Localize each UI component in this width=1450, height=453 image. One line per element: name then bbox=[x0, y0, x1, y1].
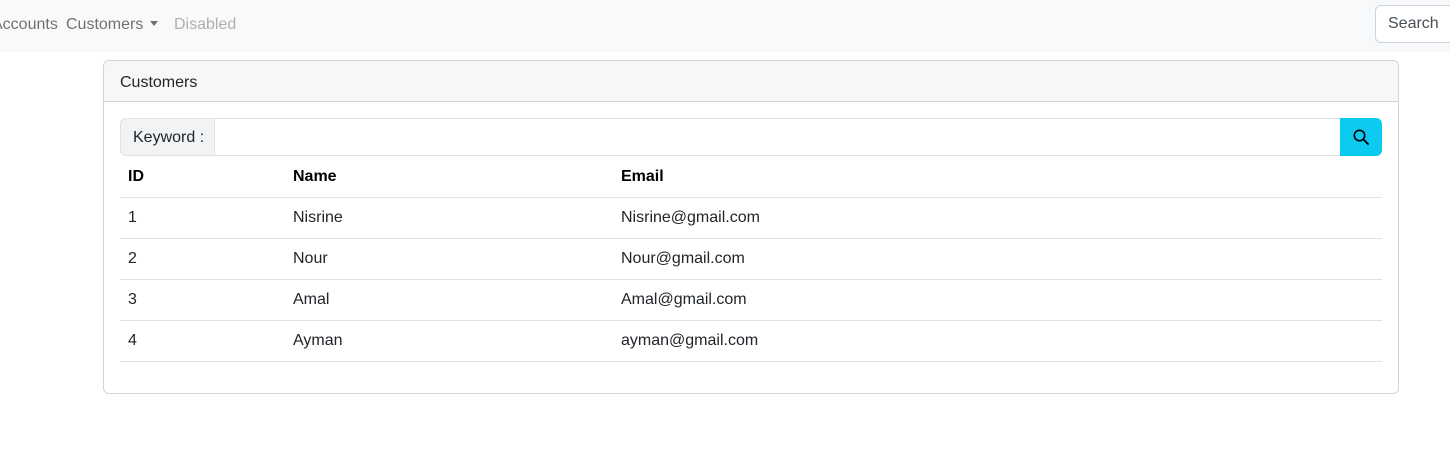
nav-link-disabled: Disabled bbox=[174, 16, 237, 33]
nav-link-accounts[interactable]: Accounts bbox=[0, 15, 58, 34]
keyword-input[interactable] bbox=[214, 118, 1341, 156]
column-header-id: ID bbox=[120, 156, 285, 198]
top-navbar: Accounts Customers Disabled bbox=[0, 0, 1450, 52]
column-header-email: Email bbox=[613, 156, 1382, 198]
cell-email: Nisrine@gmail.com bbox=[613, 197, 1382, 239]
navbar-search-input[interactable] bbox=[1375, 5, 1450, 43]
table-row: 4 Ayman ayman@gmail.com bbox=[120, 320, 1382, 362]
nav-dropdown-customers[interactable]: Customers bbox=[66, 15, 159, 34]
cell-name: Ayman bbox=[285, 320, 613, 362]
cell-email: ayman@gmail.com bbox=[613, 320, 1382, 362]
table-row: 2 Nour Nour@gmail.com bbox=[120, 238, 1382, 280]
cell-id: 1 bbox=[120, 197, 285, 239]
customers-table: ID Name Email 1 Nisrine Nisrine@gmail.co… bbox=[120, 156, 1382, 362]
column-header-name: Name bbox=[285, 156, 613, 198]
keyword-search-group: Keyword : bbox=[120, 118, 1382, 156]
customers-card: Customers Keyword : ID Name Email 1 Nisr… bbox=[103, 60, 1399, 394]
card-header: Customers bbox=[104, 61, 1398, 102]
cell-name: Nour bbox=[285, 238, 613, 280]
table-header-row: ID Name Email bbox=[120, 156, 1382, 198]
cell-email: Nour@gmail.com bbox=[613, 238, 1382, 280]
cell-id: 4 bbox=[120, 320, 285, 362]
nav-dropdown-label: Customers bbox=[66, 16, 144, 33]
table-row: 1 Nisrine Nisrine@gmail.com bbox=[120, 197, 1382, 239]
cell-name: Nisrine bbox=[285, 197, 613, 239]
search-icon bbox=[1353, 129, 1369, 145]
caret-down-icon bbox=[150, 21, 159, 26]
table-row: 3 Amal Amal@gmail.com bbox=[120, 279, 1382, 321]
keyword-label: Keyword : bbox=[120, 118, 215, 156]
cell-email: Amal@gmail.com bbox=[613, 279, 1382, 321]
search-button[interactable] bbox=[1340, 118, 1382, 156]
cell-name: Amal bbox=[285, 279, 613, 321]
cell-id: 3 bbox=[120, 279, 285, 321]
cell-id: 2 bbox=[120, 238, 285, 280]
